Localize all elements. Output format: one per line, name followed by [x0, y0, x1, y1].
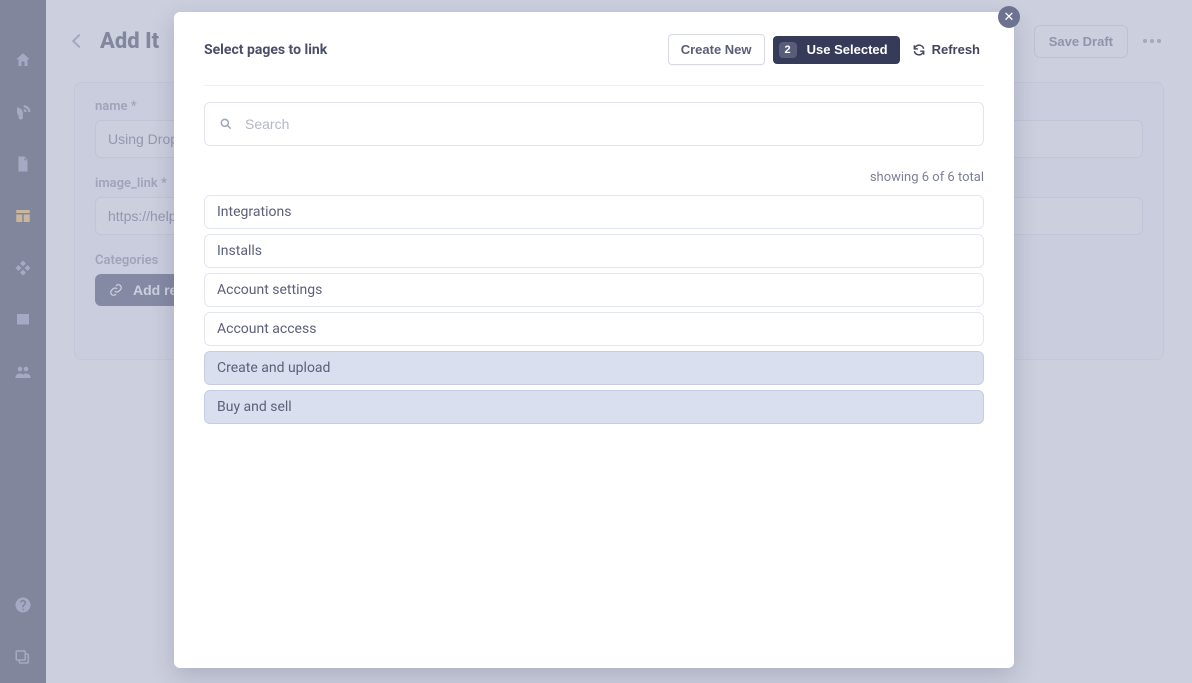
result-list: Integrations Installs Account settings Acco…: [204, 195, 984, 424]
link-pages-modal: ✕ Select pages to link Create New 2 Use …: [174, 12, 1014, 668]
modal-header: Select pages to link Create New 2 Use Se…: [204, 34, 984, 86]
result-item[interactable]: Installs: [204, 234, 984, 268]
result-count-text: showing 6 of 6 total: [204, 170, 984, 185]
result-item[interactable]: Integrations: [204, 195, 984, 229]
modal-title: Select pages to link: [204, 42, 327, 58]
search-input[interactable]: [245, 103, 969, 145]
result-item[interactable]: Buy and sell: [204, 390, 984, 424]
refresh-label: Refresh: [932, 42, 980, 57]
search-field[interactable]: [204, 102, 984, 146]
result-item[interactable]: Create and upload: [204, 351, 984, 385]
modal-close-button[interactable]: ✕: [998, 6, 1020, 28]
close-icon: ✕: [1004, 10, 1015, 25]
result-item[interactable]: Account settings: [204, 273, 984, 307]
selected-count-badge: 2: [779, 42, 797, 58]
use-selected-label: Use Selected: [807, 42, 888, 57]
create-new-button[interactable]: Create New: [668, 34, 765, 65]
refresh-icon: [912, 43, 926, 57]
use-selected-button[interactable]: 2 Use Selected: [773, 36, 900, 64]
search-icon: [219, 117, 233, 131]
result-item[interactable]: Account access: [204, 312, 984, 346]
refresh-button[interactable]: Refresh: [908, 35, 984, 64]
